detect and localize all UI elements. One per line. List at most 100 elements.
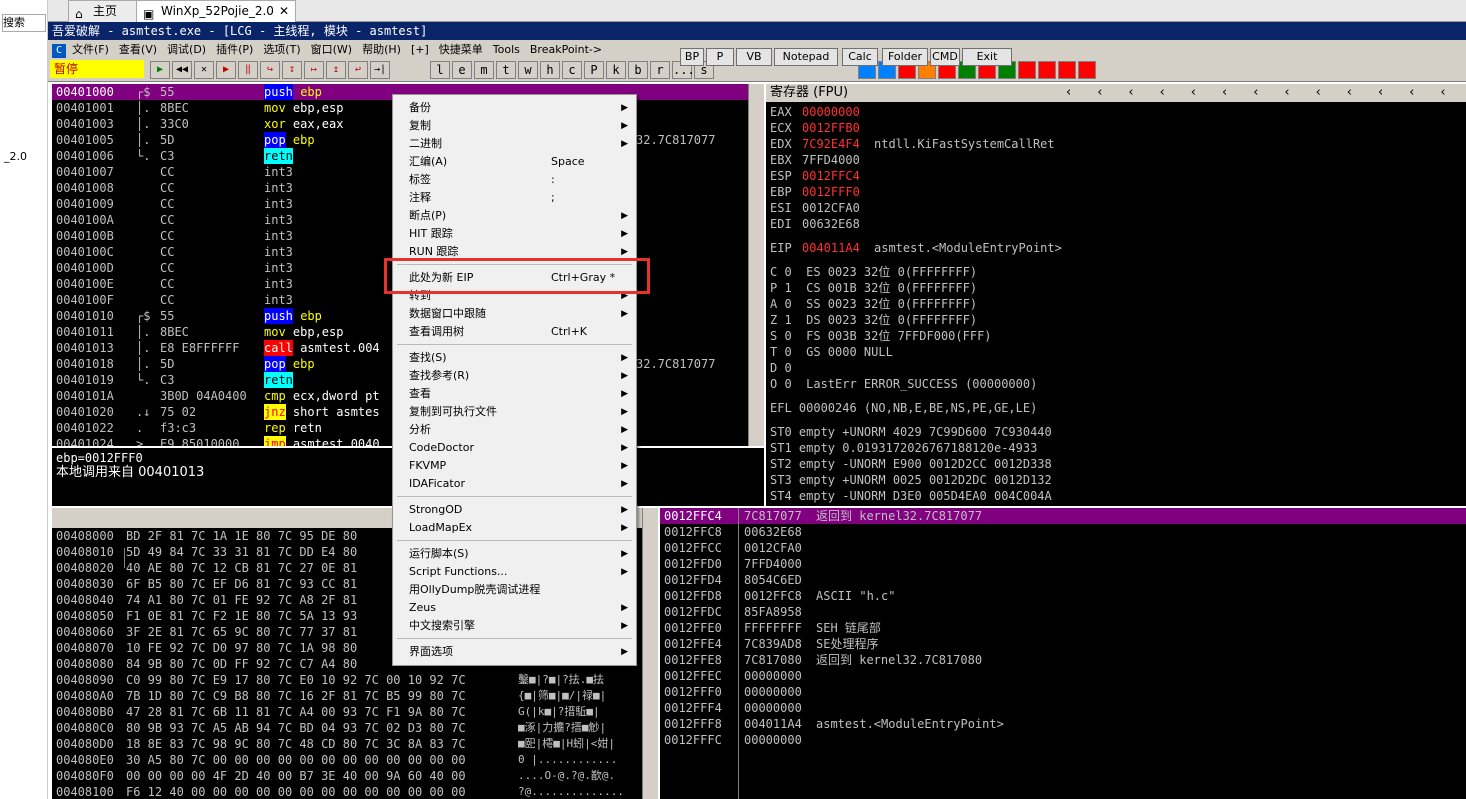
stack-row[interactable]: 0012FFE4 7C839AD8 SE处理程序	[660, 636, 1466, 652]
efl-row[interactable]: EFL 00000246 (NO,NB,E,BE,NS,PE,GE,LE)	[770, 400, 1037, 416]
dump-hex[interactable]: F1 0E 81 7C F2 1E 80 7C 5A 13 93	[126, 608, 357, 624]
stack-row[interactable]: 0012FFF8 004011A4 asmtest.<ModuleEntryPoin…	[660, 716, 1466, 732]
dump-hex[interactable]: 6F B5 80 7C EF D6 81 7C 93 CC 81	[126, 576, 357, 592]
menu-item-19[interactable]: 分析 ▶	[395, 421, 634, 439]
toolbar-letter-w[interactable]: w	[518, 61, 538, 79]
toolbar-plugin-icon-9[interactable]	[1038, 61, 1056, 79]
dump-address[interactable]: 00408080	[56, 656, 114, 672]
toolbar-letter-m[interactable]: m	[474, 61, 494, 79]
flag-row[interactable]: S 0 FS 003B 32位 7FFDF000(FFF)	[770, 328, 992, 344]
menu-item-24[interactable]: StrongOD ▶	[395, 501, 634, 519]
menu-item-16[interactable]: 查找参考(R) ▶	[395, 367, 634, 385]
menu-item-9[interactable]: Tools	[493, 43, 520, 56]
stack-row[interactable]: 0012FFDC 85FA8958	[660, 604, 1466, 620]
dump-hex[interactable]: 00 00 00 00 4F 2D 40 00 B7 3E 40 00 9A 6…	[126, 768, 466, 784]
menu-item-28[interactable]: Script Functions... ▶	[395, 563, 634, 581]
plugin-button-folder[interactable]: Folder	[882, 48, 928, 66]
menu-item-17[interactable]: 查看 ▶	[395, 385, 634, 403]
dump-address[interactable]: 00408060	[56, 624, 114, 640]
menu-item-21[interactable]: FKVMP ▶	[395, 457, 634, 475]
menu-item-7[interactable]: [+]	[411, 43, 429, 56]
register-value-eax[interactable]: 00000000	[802, 104, 860, 120]
dump-hex[interactable]: C0 99 80 7C E9 17 80 7C E0 10 92 7C 00 1…	[126, 672, 466, 688]
host-search-box[interactable]: 搜索	[2, 14, 46, 32]
dump-address[interactable]: 004080A0	[56, 688, 114, 704]
toolbar-letter-e[interactable]: e	[452, 61, 472, 79]
register-value-edx[interactable]: 7C92E4F4	[802, 136, 860, 152]
menu-item-25[interactable]: LoadMapEx ▶	[395, 519, 634, 537]
menu-item-22[interactable]: IDAFicator ▶	[395, 475, 634, 493]
toolbar-plugin-icon-11[interactable]	[1078, 61, 1096, 79]
menu-item-6[interactable]: 帮助(H)	[362, 43, 401, 56]
register-value-ebp[interactable]: 0012FFF0	[802, 184, 860, 200]
dump-ascii[interactable]: ■巸|樗■|H蚓|<姏|	[518, 736, 615, 752]
flag-row[interactable]: T 0 GS 0000 NULL	[770, 344, 893, 360]
stack-pane[interactable]: 0012FFC4 7C817077 返回到 kernel32.7C817077 001…	[660, 508, 1466, 799]
menu-item-15[interactable]: 查找(S) ▶	[395, 349, 634, 367]
menu-item-3[interactable]: 汇编(A) Space	[395, 153, 634, 171]
toolbar-icon-5[interactable]: ↪	[260, 61, 280, 79]
menu-item-5[interactable]: 窗口(W)	[311, 43, 352, 56]
dump-hex[interactable]: 30 A5 80 7C 00 00 00 00 00 00 00 00 00 0…	[126, 752, 466, 768]
stack-row[interactable]: 0012FFC4 7C817077 返回到 kernel32.7C817077	[660, 508, 1466, 524]
dump-ascii[interactable]: 0 |............	[518, 752, 617, 768]
dump-address[interactable]: 00408050	[56, 608, 114, 624]
dump-hex[interactable]: 10 FE 92 7C D0 97 80 7C 1A 98 80	[126, 640, 357, 656]
dump-hex[interactable]: 7B 1D 80 7C C9 B8 80 7C 16 2F 81 7C B5 9…	[126, 688, 466, 704]
dump-address[interactable]: 00408030	[56, 576, 114, 592]
stack-row[interactable]: 0012FFC8 00632E68	[660, 524, 1466, 540]
dump-ascii[interactable]: G(|k■|?搢駈■|	[518, 704, 600, 720]
dump-address[interactable]: 00408090	[56, 672, 114, 688]
toolbar-letter-l[interactable]: l	[430, 61, 450, 79]
stack-row[interactable]: 0012FFFC 00000000	[660, 732, 1466, 748]
plugin-button-vb[interactable]: VB	[736, 48, 772, 66]
menu-item-18[interactable]: 复制到可执行文件 ▶	[395, 403, 634, 421]
menu-item-4[interactable]: 标签:	[395, 171, 634, 189]
toolbar-icon-3[interactable]: ▶	[216, 61, 236, 79]
menu-item-31[interactable]: 中文搜索引擎 ▶	[395, 617, 634, 635]
dump-hex[interactable]: 74 A1 80 7C 01 FE 92 7C A8 2F 81	[126, 592, 357, 608]
dump-hex[interactable]: 5D 49 84 7C 33 31 81 7C DD E4 80	[126, 544, 357, 560]
dump-address[interactable]: 004080F0	[56, 768, 114, 784]
toolbar-letter-r[interactable]: r	[650, 61, 670, 79]
registers-pane[interactable]: 寄存器 (FPU) ‹‹‹‹‹‹‹‹‹‹‹‹‹‹ EAX 00000000 ECX 00…	[766, 84, 1466, 506]
stack-row[interactable]: 0012FFD8 0012FFC8 ASCII "h.c"	[660, 588, 1466, 604]
dump-scrollbar[interactable]	[642, 508, 658, 799]
menu-item-27[interactable]: 运行脚本(S) ▶	[395, 545, 634, 563]
stack-row[interactable]: 0012FFF0 00000000	[660, 684, 1466, 700]
menu-item-5[interactable]: 注释;	[395, 189, 634, 207]
plugin-button-exit[interactable]: Exit	[962, 48, 1012, 66]
stack-row[interactable]: 0012FFF4 00000000	[660, 700, 1466, 716]
toolbar-icon-10[interactable]: →|	[370, 61, 390, 79]
register-value-eip[interactable]: 004011A4	[802, 240, 860, 256]
menu-item-10[interactable]: BreakPoint->	[530, 43, 602, 56]
toolbar-letter-P[interactable]: P	[584, 61, 604, 79]
stack-row[interactable]: 0012FFE8 7C817080 返回到 kernel32.7C817080	[660, 652, 1466, 668]
dump-address[interactable]: 00408010	[56, 544, 114, 560]
menu-item-29[interactable]: 用OllyDump脱壳调试进程	[395, 581, 634, 599]
toolbar-icon-2[interactable]: ✕	[194, 61, 214, 79]
dump-address[interactable]: 004080B0	[56, 704, 114, 720]
fpu-row[interactable]: ST1 empty 0.0193172026767188120e-4933	[770, 440, 1037, 456]
menu-item-33[interactable]: 界面选项 ▶	[395, 643, 634, 661]
dump-hex[interactable]: BD 2F 81 7C 1A 1E 80 7C 95 DE 80	[126, 528, 357, 544]
menu-item-7[interactable]: HIT 跟踪 ▶	[395, 225, 634, 243]
stack-row[interactable]: 0012FFEC 00000000	[660, 668, 1466, 684]
plugin-button-bp[interactable]: BP	[680, 48, 704, 66]
register-value-edi[interactable]: 00632E68	[802, 216, 860, 232]
dump-address[interactable]: 004080C0	[56, 720, 114, 736]
toolbar-icon-1[interactable]: ◀◀	[172, 61, 192, 79]
toolbar-letter-k[interactable]: k	[606, 61, 626, 79]
dump-hex[interactable]: F6 12 40 00 00 00 00 00 00 00 00 00 00 0…	[126, 784, 466, 799]
dump-address[interactable]: 00408040	[56, 592, 114, 608]
toolbar-plugin-icon-10[interactable]	[1058, 61, 1076, 79]
toolbar-icon-9[interactable]: ↩	[348, 61, 368, 79]
toolbar-icon-6[interactable]: ↧	[282, 61, 302, 79]
plugin-button-p[interactable]: P	[706, 48, 734, 66]
register-scroll-arrows[interactable]: ‹‹‹‹‹‹‹‹‹‹‹‹‹‹	[1066, 84, 1466, 102]
dump-hex[interactable]: 80 9B 93 7C A5 AB 94 7C BD 04 93 7C 02 D…	[126, 720, 466, 736]
toolbar-letter-b[interactable]: b	[628, 61, 648, 79]
dump-hex[interactable]: 18 8E 83 7C 98 9C 80 7C 48 CD 80 7C 3C 8…	[126, 736, 466, 752]
disasm-scrollbar[interactable]	[748, 84, 764, 446]
dump-address[interactable]: 00408000	[56, 528, 114, 544]
